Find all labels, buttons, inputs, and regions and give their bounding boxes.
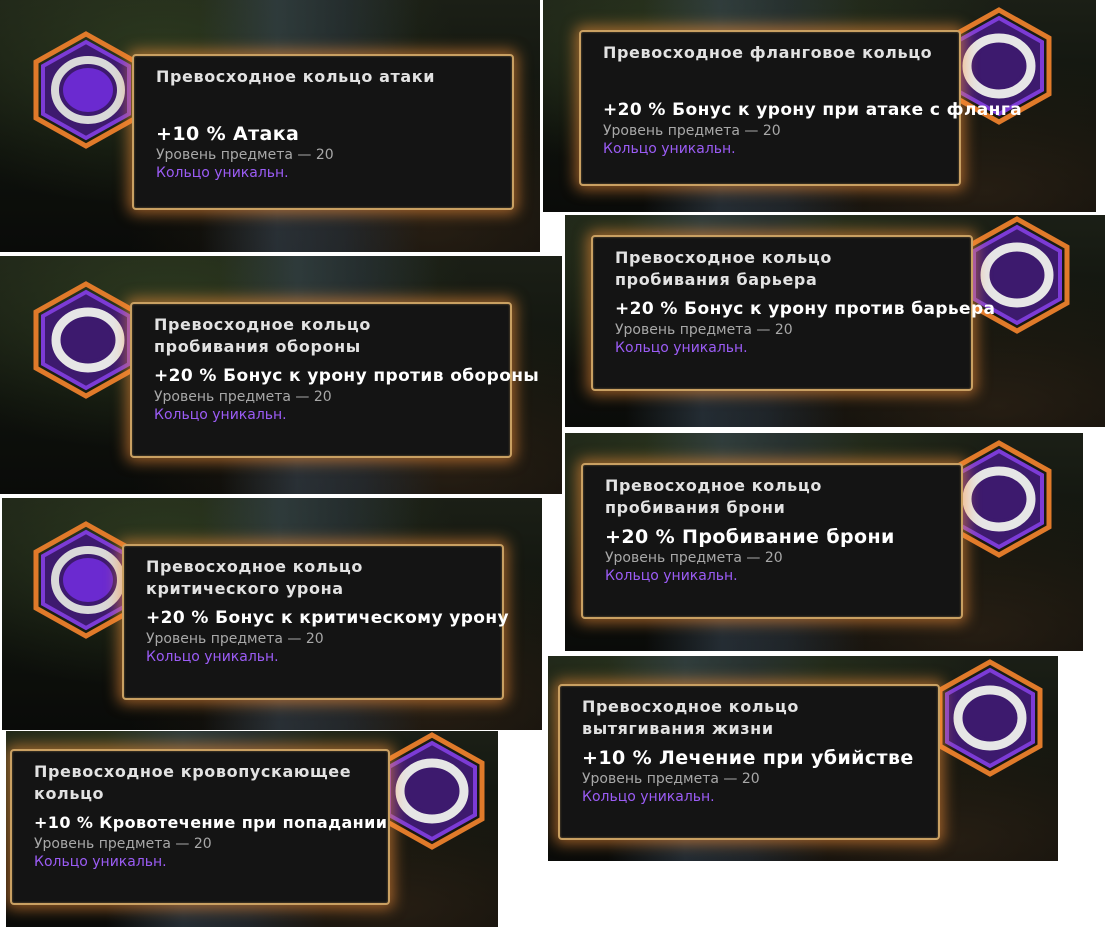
item-bonus: +10 % Кровотечение при попадании [34,813,388,832]
item-tooltip: Превосходное кольцо атаки +10 % Атака Ур… [132,54,514,210]
item-level: Уровень предмета — 20 [154,389,332,405]
item-tooltip: Превосходное кольцо пробивания обороны +… [130,302,540,458]
item-panel-attack: Превосходное кольцо атаки +10 % Атака Ур… [0,0,540,252]
item-name: Превосходное кольцо вытягивания жизни [582,697,799,738]
item-level: Уровень предмета — 20 [605,550,783,566]
item-panel-armor: Превосходное кольцо пробивания брони +20… [565,433,1083,651]
item-panel-lifedrain: Превосходное кольцо вытягивания жизни +1… [548,656,1058,861]
item-bonus: +10 % Лечение при убийстве [582,747,914,769]
item-level: Уровень предмета — 20 [156,147,334,163]
item-level: Уровень предмета — 20 [582,771,760,787]
item-name: Превосходное фланговое кольцо [603,43,933,62]
item-bonus: +20 % Пробивание брони [605,526,895,548]
item-level: Уровень предмета — 20 [603,123,781,139]
item-bonus: +10 % Атака [156,123,300,145]
item-tooltip: Превосходное кольцо вытягивания жизни +1… [558,684,940,840]
item-name: Превосходное кольцо пробивания обороны [154,315,371,356]
item-unique-tag: Кольцо уникальн. [605,568,738,584]
item-bonus: +20 % Бонус к урону при атаке с фланга [603,100,1022,120]
item-name: Превосходное кольцо атаки [156,67,436,86]
item-level: Уровень предмета — 20 [615,322,793,338]
item-panel-barrier: Превосходное кольцо пробивания барьера +… [565,215,1105,427]
item-unique-tag: Кольцо уникальн. [615,340,748,356]
item-level: Уровень предмета — 20 [34,836,212,852]
item-tooltip: Превосходное кровопускающее кольцо +10 %… [10,749,390,905]
ring-item-icon[interactable] [26,30,146,150]
item-tooltip: Превосходное кольцо пробивания брони +20… [581,463,963,619]
item-unique-tag: Кольцо уникальн. [582,789,715,805]
item-unique-tag: Кольцо уникальн. [603,141,736,157]
item-name: Превосходное кровопускающее кольцо [34,762,352,803]
ring-item-icon[interactable] [26,280,146,400]
item-level: Уровень предмета — 20 [146,631,324,647]
item-name: Превосходное кольцо пробивания брони [605,476,822,517]
item-panel-defense: Превосходное кольцо пробивания обороны +… [0,256,562,494]
item-bonus: +20 % Бонус к урону против барьера [615,299,996,319]
item-panel-flank: Превосходное фланговое кольцо +20 % Бону… [543,0,1096,212]
item-unique-tag: Кольцо уникальн. [156,165,289,181]
item-bonus: +20 % Бонус к критическому урону [146,608,510,628]
item-tooltip: Превосходное кольцо пробивания барьера +… [591,235,996,391]
item-panel-bleed: Превосходное кровопускающее кольцо +10 %… [6,731,498,927]
item-name: Превосходное кольцо пробивания барьера [615,248,832,289]
item-bonus: +20 % Бонус к урону против обороны [154,366,540,386]
item-name: Превосходное кольцо критического урона [146,557,363,598]
item-unique-tag: Кольцо уникальн. [154,407,287,423]
item-tooltip: Превосходное фланговое кольцо +20 % Бону… [579,30,1022,186]
ring-item-icon[interactable] [372,731,492,851]
item-panel-crit: Превосходное кольцо критического урона +… [2,498,542,730]
ring-item-icon[interactable] [930,658,1050,778]
item-unique-tag: Кольцо уникальн. [146,649,279,665]
item-tooltip: Превосходное кольцо критического урона +… [122,544,510,700]
item-unique-tag: Кольцо уникальн. [34,854,167,870]
